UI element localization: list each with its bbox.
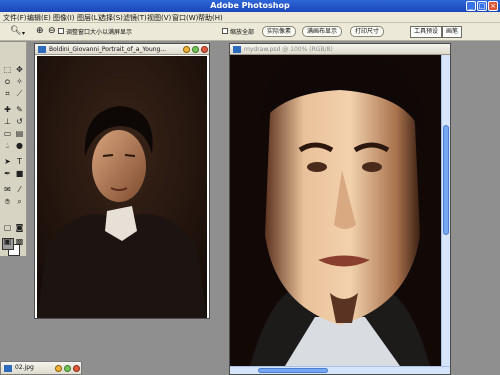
history-brush-icon[interactable]: ↺ — [14, 116, 25, 127]
horizontal-scrollbar[interactable] — [230, 366, 450, 374]
reference-document-title: Boldini_Giovanni_Portrait_of_a_Young... — [49, 46, 167, 53]
healing-icon[interactable]: ✚ — [2, 104, 13, 115]
painting-document-titlebar[interactable]: mydraw.psd @ 100% (RGB/8) — [230, 44, 450, 55]
reference-document-titlebar[interactable]: Boldini_Giovanni_Portrait_of_a_Young... — [35, 44, 209, 55]
menu-bar: 文件(F) 编辑(E) 图像(I) 图层(L) 选择(S) 滤镜(T) 视图(V… — [0, 12, 500, 23]
zoom-all-checkbox[interactable] — [222, 28, 228, 34]
vertical-scrollbar[interactable] — [441, 55, 450, 366]
menu-layer[interactable]: 图层(L) — [77, 13, 100, 23]
minimized-document[interactable]: 02.jpg — [0, 361, 82, 375]
eraser-icon[interactable]: ▭ — [2, 128, 13, 139]
menu-window[interactable]: 窗口(W) — [172, 13, 198, 23]
maximize-button[interactable]: □ — [477, 1, 487, 11]
crop-icon[interactable]: ⌗ — [2, 88, 13, 99]
vertical-scroll-thumb[interactable] — [443, 125, 449, 235]
brushes-tab[interactable]: 画笔 — [442, 26, 463, 38]
tool-presets-tab[interactable]: 工具预设 — [410, 26, 443, 38]
blur-icon[interactable]: 💧︎ — [2, 140, 13, 151]
resize-windows-label: 调整窗口大小以满屏显示 — [66, 29, 133, 36]
eyedropper-icon[interactable]: ⁄ — [14, 184, 25, 195]
menu-select[interactable]: 选择(S) — [99, 13, 123, 23]
zoom-all-label: 缩放全部 — [230, 29, 255, 36]
maximize-doc-button[interactable] — [64, 365, 71, 372]
zoom-out-icon[interactable]: ⊖ — [48, 27, 56, 36]
zoom-tool-icon[interactable]: ⌕ — [14, 196, 25, 207]
minimize-button[interactable]: _ — [466, 1, 476, 11]
minimized-document-title: 02.jpg — [15, 364, 34, 371]
type-icon[interactable]: T — [14, 156, 25, 167]
quick-mask-icon[interactable]: ◙ — [14, 222, 25, 233]
actual-pixels-button[interactable]: 实际像素 — [262, 26, 297, 37]
print-size-button[interactable]: 打印尺寸 — [350, 26, 385, 37]
lasso-icon[interactable]: ᴑ — [2, 76, 13, 87]
menu-edit[interactable]: 编辑(E) — [27, 13, 51, 23]
menu-help[interactable]: 帮助(H) — [198, 13, 223, 23]
horizontal-scroll-thumb[interactable] — [258, 368, 328, 373]
move-icon[interactable]: ✥ — [14, 64, 25, 75]
path-select-icon[interactable]: ➤ — [2, 156, 13, 167]
minimize-doc-button[interactable] — [55, 365, 62, 372]
hand-icon[interactable]: ✋︎ — [2, 196, 13, 207]
painting-document-title: mydraw.psd @ 100% (RGB/8) — [244, 46, 333, 53]
notes-icon[interactable]: ✉ — [2, 184, 13, 195]
document-icon — [4, 365, 12, 372]
dodge-icon[interactable]: ● — [14, 140, 25, 151]
pen-icon[interactable]: ✒ — [2, 168, 13, 179]
screen-mode-icon[interactable]: ▣ — [2, 236, 13, 247]
resize-windows-checkbox[interactable] — [58, 28, 64, 34]
full-screen-icon[interactable]: ▩ — [14, 236, 25, 247]
shape-icon[interactable]: ■ — [14, 168, 25, 179]
maximize-doc-button[interactable] — [192, 46, 199, 53]
app-titlebar: Adobe Photoshop _ □ × — [0, 0, 500, 12]
document-icon — [38, 46, 46, 53]
minimize-doc-button[interactable] — [183, 46, 190, 53]
magic-wand-icon[interactable]: ✧ — [14, 76, 25, 87]
gradient-icon[interactable]: ▤ — [14, 128, 25, 139]
chevron-down-icon[interactable]: ▾ — [22, 29, 25, 38]
app-title: Adobe Photoshop — [210, 1, 290, 10]
document-icon — [233, 46, 241, 53]
brush-icon[interactable]: ✎ — [14, 104, 25, 115]
painting-document-window[interactable]: mydraw.psd @ 100% (RGB/8) — [229, 43, 451, 375]
menu-filter[interactable]: 滤镜(T) — [123, 13, 147, 23]
reference-document-window[interactable]: Boldini_Giovanni_Portrait_of_a_Young... — [34, 43, 210, 319]
menu-view[interactable]: 视图(V) — [147, 13, 171, 23]
zoom-icon[interactable]: 🔍︎ — [10, 27, 21, 36]
close-button[interactable]: × — [488, 1, 498, 11]
menu-image[interactable]: 图像(I) — [53, 13, 75, 23]
close-doc-button[interactable] — [201, 46, 208, 53]
painting-canvas[interactable] — [230, 55, 441, 366]
close-doc-button[interactable] — [73, 365, 80, 372]
marquee-icon[interactable]: ⬚ — [2, 64, 13, 75]
standard-mode-icon[interactable]: ▢ — [2, 222, 13, 233]
zoom-in-icon[interactable]: ⊕ — [36, 27, 44, 36]
reference-portrait-image — [37, 56, 207, 318]
menu-file[interactable]: 文件(F) — [3, 13, 27, 23]
stamp-icon[interactable]: ⊥ — [2, 116, 13, 127]
fit-on-screen-button[interactable]: 满画布显示 — [302, 26, 343, 37]
slice-icon[interactable]: ⟋ — [14, 88, 25, 99]
